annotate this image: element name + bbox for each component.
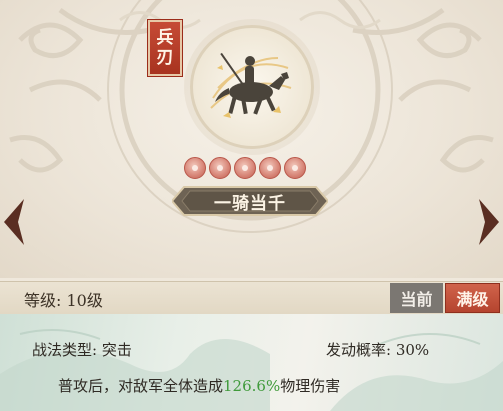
skill-name-banner: 一骑当千 [172, 185, 328, 217]
weapon-tag-char-2: 刃 [156, 48, 174, 68]
level-label: 等级: 10级 [24, 291, 103, 310]
skill-type: 战法类型: 突击 [32, 341, 132, 359]
weapon-type-tag: 兵 刃 [147, 19, 183, 77]
star-pip [284, 157, 306, 179]
damage-percentage: 126.6% [223, 377, 281, 395]
skill-description: 普攻后，对敌军全体造成126.6%物理伤害 [58, 375, 340, 396]
description-prefix: 普攻后，对敌军全体造成 [58, 377, 224, 395]
current-level-button[interactable]: 当前 [390, 283, 443, 313]
cavalry-emblem-icon [190, 25, 314, 149]
star-pip [184, 157, 206, 179]
star-pip [234, 157, 256, 179]
skill-header-panel: 兵 刃 一骑当千 [0, 0, 503, 278]
weapon-tag-char-1: 兵 [156, 28, 174, 48]
chevron-right-icon[interactable] [475, 197, 503, 247]
chevron-left-icon[interactable] [0, 197, 28, 247]
skill-details-panel: 战法类型: 突击 发动概率: 30% 普攻后，对敌军全体造成126.6%物理伤害 [0, 314, 503, 411]
star-rating [184, 157, 306, 179]
description-suffix: 物理伤害 [280, 377, 341, 395]
star-pip [259, 157, 281, 179]
trigger-chance: 发动概率: 30% [326, 341, 430, 359]
max-level-button[interactable]: 满级 [445, 283, 500, 313]
star-pip [209, 157, 231, 179]
ink-wash-background [0, 329, 503, 411]
level-bar: 等级: 10级 当前 满级 [0, 281, 503, 315]
skill-name: 一骑当千 [214, 193, 286, 214]
